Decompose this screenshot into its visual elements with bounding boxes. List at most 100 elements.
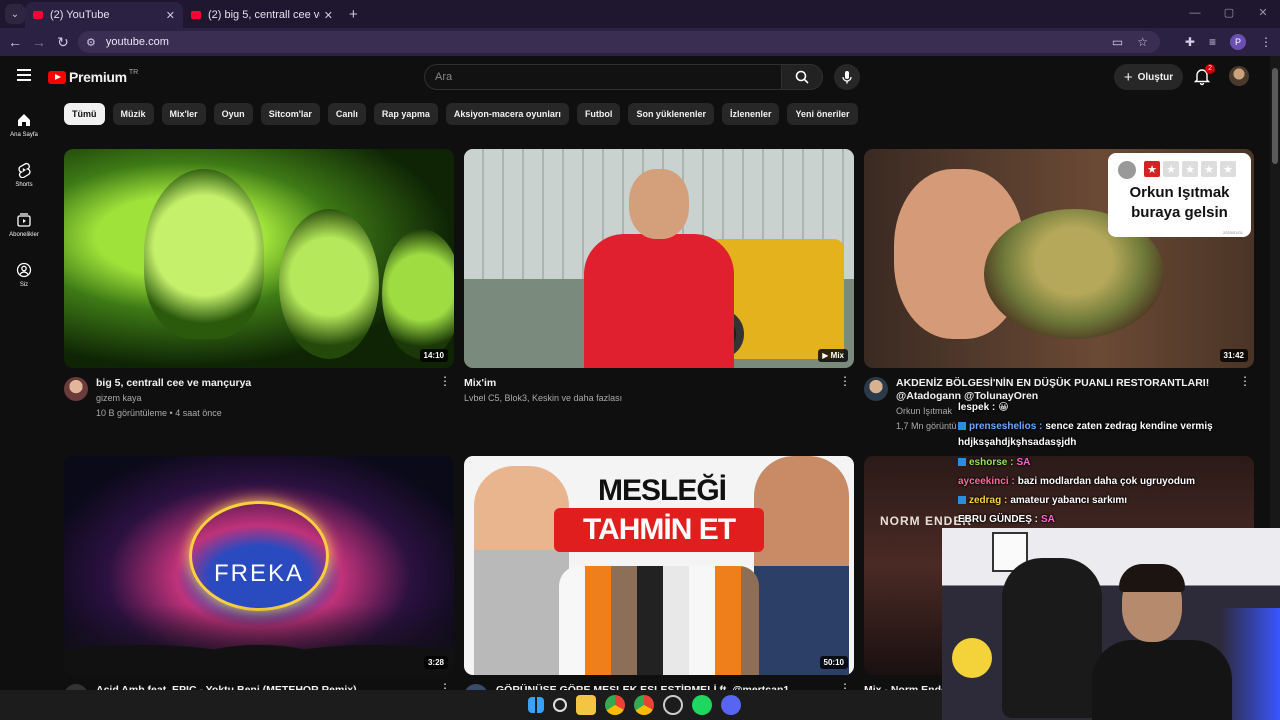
youtube-favicon-icon (191, 11, 201, 19)
video-card[interactable]: FREKA 3:28 Acid Amb feat. EPIC - Yoktu B… (64, 456, 454, 720)
sidebar-item-home[interactable]: Ana Sayfa (0, 100, 48, 150)
microphone-icon (842, 71, 852, 84)
close-window-icon[interactable]: ✕ (1246, 0, 1280, 28)
chip-action-adventure-games[interactable]: Aksiyon-macera oyunları (445, 103, 569, 125)
badge-icon (958, 422, 966, 430)
webcam-overlay (942, 528, 1280, 720)
menu-icon[interactable] (17, 69, 31, 81)
thumbnail-figure (584, 169, 734, 368)
create-button[interactable]: + Oluştur (1114, 64, 1183, 90)
review-card-overlay: ★ ★ ★ ★ ★ Orkun Işıtmak buraya gelsin 2025/0… (1108, 153, 1251, 237)
maximize-icon[interactable]: ▢ (1212, 0, 1246, 28)
video-card[interactable]: MESLEĞİ TAHMİN ET 50:10 GÖRÜNÜŞE GÖRE ME… (464, 456, 854, 720)
chrome-alt-icon[interactable] (634, 695, 654, 715)
video-title[interactable]: Mix'im (464, 377, 830, 390)
chip-rap[interactable]: Rap yapma (373, 103, 438, 125)
sidebar-item-shorts[interactable]: Shorts (0, 150, 48, 200)
profile-avatar[interactable]: P (1230, 34, 1246, 50)
video-thumbnail[interactable]: 14:10 (64, 149, 454, 368)
spotify-icon[interactable] (692, 695, 712, 715)
chrome-icon[interactable] (605, 695, 625, 715)
video-title[interactable]: big 5, centrall cee ve mançurya (96, 377, 430, 390)
video-card[interactable]: ★ ★ ★ ★ ★ Orkun Işıtmak buraya gelsin 2025/0… (864, 149, 1254, 438)
video-thumbnail[interactable]: ★ ★ ★ ★ ★ Orkun Işıtmak buraya gelsin 2025/0… (864, 149, 1254, 368)
video-thumbnail[interactable]: ▶ Mix (464, 149, 854, 368)
tab-list-button[interactable]: ⌄ (5, 4, 25, 24)
account-avatar[interactable] (1229, 66, 1249, 86)
browser-tab-youtube[interactable]: (2) YouTube ✕ (25, 2, 183, 28)
media-controls-icon[interactable]: ≡ (1209, 35, 1216, 49)
streamer (1092, 564, 1232, 720)
back-icon[interactable]: ← (3, 34, 27, 50)
chip-gaming[interactable]: Oyun (213, 103, 253, 125)
video-thumbnail[interactable]: MESLEĞİ TAHMİN ET 50:10 (464, 456, 854, 675)
voice-search-button[interactable] (834, 64, 860, 90)
minimize-icon[interactable]: — (1178, 0, 1212, 28)
video-duration: 50:10 (819, 656, 848, 669)
thumbnail-workers (559, 566, 759, 675)
thumbnail-figure (382, 229, 454, 359)
scrollbar-thumb[interactable] (1272, 68, 1278, 164)
sidebar-item-you[interactable]: Siz (0, 250, 48, 300)
extensions-icon[interactable]: ✚ (1185, 35, 1195, 49)
shorts-icon (18, 162, 31, 178)
chip-watched[interactable]: İzlenenler (721, 103, 780, 125)
more-actions-icon[interactable]: ⋮ (439, 375, 451, 387)
channel-name[interactable]: gizem kaya (96, 393, 142, 403)
chip-music[interactable]: Müzik (112, 103, 154, 125)
windows-start-icon[interactable] (528, 697, 544, 713)
close-tab-icon[interactable]: ✕ (324, 9, 333, 22)
video-thumbnail[interactable]: FREKA 3:28 (64, 456, 454, 675)
search-input[interactable] (435, 71, 781, 83)
logo-text: Premium (69, 69, 127, 85)
video-stats: 10 B görüntüleme • 4 saat önce (96, 408, 222, 418)
cast-icon[interactable]: ▭ (1112, 35, 1123, 49)
address-bar[interactable]: ⚙ youtube.com ▭ ☆ (78, 31, 1160, 53)
chat-text: amateur yabancı sarkımı (1010, 495, 1128, 506)
more-actions-icon[interactable]: ⋮ (1239, 375, 1251, 387)
url-text: youtube.com (105, 36, 169, 48)
chip-all[interactable]: Tümü (64, 103, 105, 125)
sidebar-item-label: Shorts (15, 182, 33, 188)
channel-avatar[interactable] (864, 377, 888, 401)
new-tab-button[interactable]: + (349, 6, 358, 23)
chip-mixes[interactable]: Mix'ler (161, 103, 206, 125)
notifications-button[interactable]: 2 (1192, 64, 1215, 86)
chat-message: EBRU GÜNDEŞ : SA (958, 510, 1258, 529)
chat-text: SA (1016, 457, 1031, 468)
chip-new-to-you[interactable]: Yeni öneriler (787, 103, 858, 125)
more-actions-icon[interactable]: ⋮ (839, 375, 851, 387)
video-meta: Mix'im Lvbel C5, Blok3, Keskin ve daha f… (464, 368, 854, 438)
video-stats: 1,7 Mn görüntü (896, 421, 957, 431)
taskbar-icons (528, 695, 741, 715)
video-card[interactable]: 14:10 big 5, centrall cee ve mançurya gi… (64, 149, 454, 438)
thumbnail-figure (474, 466, 569, 675)
discord-icon[interactable] (721, 695, 741, 715)
close-tab-icon[interactable]: ✕ (166, 9, 175, 22)
youtube-logo[interactable]: Premium TR (48, 69, 138, 85)
search-button[interactable] (781, 64, 823, 90)
browser-tab-video[interactable]: (2) big 5, centrall cee ve mançurya ✕ (183, 2, 341, 28)
chip-recently-uploaded[interactable]: Son yüklenenler (628, 103, 714, 125)
chat-message: eshorse : SA (958, 453, 1258, 472)
chip-live[interactable]: Canlı (327, 103, 366, 125)
file-explorer-icon[interactable] (576, 695, 596, 715)
bookmark-star-icon[interactable]: ☆ (1137, 35, 1148, 49)
sidebar-item-subscriptions[interactable]: Abonelikler (0, 200, 48, 250)
video-duration: 31:42 (1219, 349, 1248, 362)
reload-icon[interactable]: ↻ (51, 34, 75, 51)
channel-name[interactable]: Orkun Işıtmak (896, 406, 952, 416)
browser-menu-icon[interactable]: ⋮ (1260, 35, 1272, 49)
chip-football[interactable]: Futbol (576, 103, 621, 125)
chat-message: ayceekinci : bazi modlardan daha çok ugru… (958, 472, 1258, 491)
app-icon[interactable] (663, 695, 683, 715)
channel-avatar[interactable] (64, 377, 88, 401)
search-icon (795, 70, 809, 84)
chat-username: zedrag : (969, 495, 1008, 506)
forward-icon[interactable]: → (27, 34, 51, 50)
search-icon[interactable] (553, 698, 567, 712)
browser-tabbar: ⌄ (2) YouTube ✕ (2) big 5, centrall cee … (0, 0, 1280, 28)
video-card[interactable]: ▶ Mix Mix'im Lvbel C5, Blok3, Keskin ve … (464, 149, 854, 438)
chip-sitcoms[interactable]: Sitcom'lar (260, 103, 320, 125)
site-info-icon[interactable]: ⚙ (86, 36, 96, 49)
